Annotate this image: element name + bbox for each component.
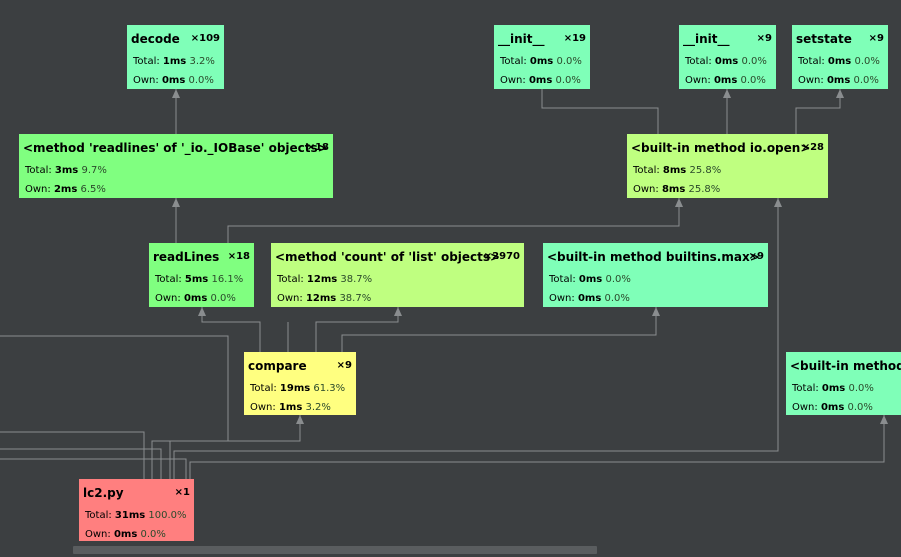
total-row: Total: 0ms 0.0% [500, 56, 582, 67]
edge-arrowhead [880, 415, 888, 424]
call-count: ×9 [748, 251, 764, 262]
call-edge [0, 431, 145, 479]
node-title: <method 'count' of 'list' objects> [275, 250, 501, 264]
edge-arrowhead [172, 198, 180, 207]
call-edge [0, 448, 162, 479]
total-row: Total: 3ms 9.7% [25, 165, 107, 176]
call-edge [189, 415, 885, 479]
call-count: ×19 [563, 33, 586, 44]
call-count: ×18 [306, 142, 329, 153]
call-count: ×109 [190, 33, 220, 44]
total-row: Total: 8ms 25.8% [633, 165, 722, 176]
own-row: Own: 0ms 0.0% [685, 75, 766, 86]
own-row: Own: 12ms 38.7% [277, 293, 372, 304]
node-title: __init__ [498, 32, 545, 46]
call-count: ×9 [336, 360, 352, 371]
call-edge [0, 335, 229, 479]
edge-arrowhead [172, 89, 180, 98]
call-count: ×2970 [483, 251, 520, 262]
node-title: __init__ [683, 32, 730, 46]
call-count: ×1 [174, 487, 190, 498]
own-row: Own: 0ms 0.0% [500, 75, 581, 86]
node-title: decode [131, 32, 180, 46]
call-edge [0, 458, 187, 479]
edge-arrowhead [723, 89, 731, 98]
total-row: Total: 0ms 0.0% [792, 383, 874, 394]
node-decode[interactable]: decode ×109 Total: 1ms 3.2% Own: 0ms 0.0… [127, 25, 224, 89]
call-count: ×18 [227, 251, 250, 262]
call-edge [201, 307, 261, 352]
own-row: Own: 1ms 3.2% [250, 402, 331, 413]
node-builtin-method[interactable]: <built-in method Total: 0ms 0.0% Own: 0m… [786, 352, 901, 415]
total-row: Total: 12ms 38.7% [277, 274, 373, 285]
node-title: <built-in method builtins.max> [547, 250, 760, 264]
call-edge [541, 89, 659, 134]
call-graph-canvas[interactable]: decode ×109 Total: 1ms 3.2% Own: 0ms 0.0… [0, 0, 901, 557]
own-row: Own: 0ms 0.0% [155, 293, 236, 304]
edge-arrowhead [394, 307, 402, 316]
node-builtins-max[interactable]: <built-in method builtins.max> ×9 Total:… [543, 243, 768, 307]
own-row: Own: 0ms 0.0% [133, 75, 214, 86]
own-row: Own: 0ms 0.0% [798, 75, 879, 86]
call-count: ×28 [801, 142, 824, 153]
node-title: lc2.py [83, 486, 124, 500]
node-compare[interactable]: compare ×9 Total: 19ms 61.3% Own: 1ms 3.… [244, 352, 356, 415]
call-count: ×9 [756, 33, 772, 44]
node-readlines[interactable]: readLines ×18 Total: 5ms 16.1% Own: 0ms … [149, 243, 254, 307]
edge-arrowhead [652, 307, 660, 316]
call-edge [315, 307, 399, 352]
call-edge [173, 198, 779, 479]
node-lc2-py[interactable]: lc2.py ×1 Total: 31ms 100.0% Own: 0ms 0.… [79, 479, 194, 541]
own-row: Own: 2ms 6.5% [25, 184, 106, 195]
call-edge [795, 89, 841, 134]
call-edge [227, 198, 680, 243]
node-title: <built-in method io.open> [631, 141, 811, 155]
own-row: Own: 0ms 0.0% [792, 402, 873, 413]
edge-arrowhead [836, 89, 844, 98]
node-title: compare [248, 359, 307, 373]
node-title: readLines [153, 250, 220, 264]
call-edge [341, 307, 657, 352]
call-count: ×9 [868, 33, 884, 44]
node-count-method[interactable]: <method 'count' of 'list' objects> ×2970… [271, 243, 524, 307]
own-row: Own: 0ms 0.0% [549, 293, 630, 304]
edge-arrowhead [774, 198, 782, 207]
node-init-19[interactable]: __init__ ×19 Total: 0ms 0.0% Own: 0ms 0.… [494, 25, 590, 89]
total-row: Total: 1ms 3.2% [133, 56, 215, 67]
own-row: Own: 0ms 0.0% [85, 529, 166, 540]
node-title: <built-in method [790, 359, 901, 373]
node-title: setstate [796, 32, 852, 46]
total-row: Total: 19ms 61.3% [250, 383, 346, 394]
edge-arrowhead [198, 307, 206, 316]
total-row: Total: 0ms 0.0% [685, 56, 767, 67]
node-setstate[interactable]: setstate ×9 Total: 0ms 0.0% Own: 0ms 0.0… [792, 25, 888, 89]
total-row: Total: 0ms 0.0% [798, 56, 880, 67]
node-io-open[interactable]: <built-in method io.open> ×28 Total: 8ms… [627, 134, 828, 198]
edge-arrowhead [675, 198, 683, 207]
node-readlines-method[interactable]: <method 'readlines' of '_io._IOBase' obj… [19, 134, 333, 198]
own-row: Own: 8ms 25.8% [633, 184, 721, 195]
edge-arrowhead [296, 415, 304, 424]
total-row: Total: 31ms 100.0% [85, 510, 187, 521]
total-row: Total: 5ms 16.1% [155, 274, 244, 285]
node-init-9[interactable]: __init__ ×9 Total: 0ms 0.0% Own: 0ms 0.0… [679, 25, 776, 89]
horizontal-scrollbar[interactable] [73, 546, 597, 554]
node-title: <method 'readlines' of '_io._IOBase' obj… [23, 141, 328, 155]
total-row: Total: 0ms 0.0% [549, 274, 631, 285]
